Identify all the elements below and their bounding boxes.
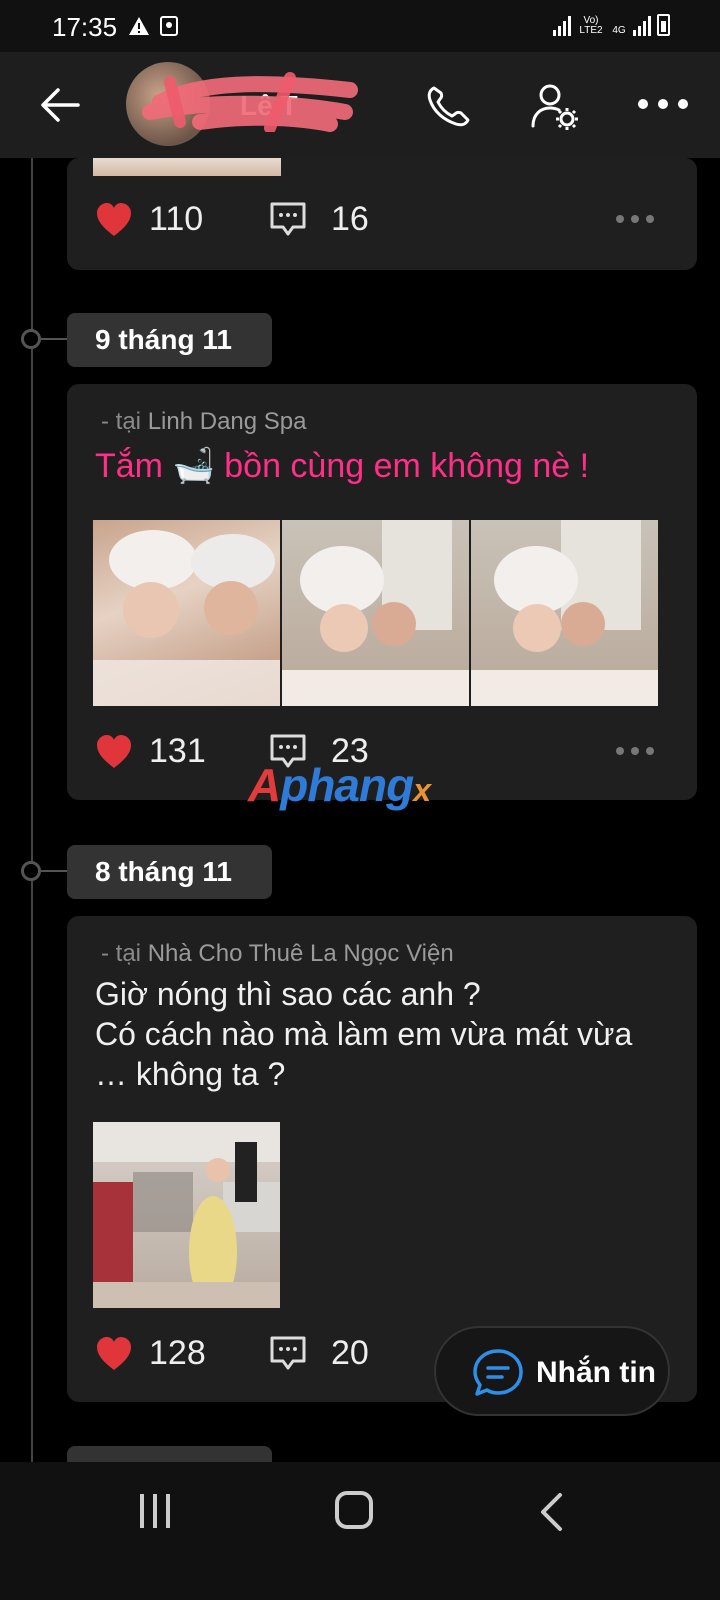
post-photo[interactable] xyxy=(93,1122,280,1308)
post-text-line: Có cách nào mà làm em vừa mát vừa xyxy=(95,1016,633,1052)
profile-header: Lê T xyxy=(0,52,720,158)
phone-icon[interactable] xyxy=(424,82,474,128)
back-nav-icon[interactable] xyxy=(536,1492,566,1532)
location-name: Linh Dang Spa xyxy=(147,408,307,435)
post-text-line: … không ta ? xyxy=(95,1056,286,1092)
post-location[interactable]: - tại Nhà Cho Thuê La Ngọc Viện xyxy=(101,940,454,968)
post-photo[interactable] xyxy=(93,158,281,176)
network-type-label: 4G xyxy=(612,25,626,36)
photo-placeholder-art xyxy=(282,520,469,706)
location-name: Nhà Cho Thuê La Ngọc Viện xyxy=(147,940,454,967)
message-bubble-icon xyxy=(473,1349,523,1396)
location-prefix: - tại xyxy=(101,408,148,435)
comment-icon[interactable] xyxy=(269,200,307,238)
timeline-tick xyxy=(41,870,67,872)
post-text-part: Tắm xyxy=(95,447,163,485)
status-system-icons: Vo) LTE2 4G xyxy=(553,14,670,36)
photo-placeholder-art xyxy=(471,520,658,706)
photo-placeholder-art xyxy=(93,1122,280,1308)
post-photo[interactable] xyxy=(471,520,658,706)
like-count: 110 xyxy=(149,200,204,238)
message-button[interactable]: Nhắn tin xyxy=(434,1326,670,1416)
timeline-dot xyxy=(21,861,41,881)
signal-icon xyxy=(553,14,571,36)
comment-count: 16 xyxy=(331,200,369,238)
profile-settings-icon[interactable] xyxy=(530,82,580,130)
lte-label: Vo) LTE2 xyxy=(579,15,603,36)
post-text: Giờ nóng thì sao các anh ? Có cách nào m… xyxy=(95,974,632,1094)
timeline-dot xyxy=(21,329,41,349)
location-prefix: - tại xyxy=(101,940,148,967)
status-notification-icons xyxy=(128,16,178,36)
comment-count: 20 xyxy=(331,1334,369,1372)
post-more-icon[interactable] xyxy=(615,214,655,224)
post-location[interactable]: - tại Linh Dang Spa xyxy=(101,408,306,436)
redaction-scribble xyxy=(142,72,358,132)
more-icon[interactable] xyxy=(636,94,690,114)
bathtub-emoji: 🛁 xyxy=(172,447,215,485)
timeline-tick xyxy=(41,338,67,340)
like-count: 128 xyxy=(149,1334,206,1372)
watermark: Aphangx xyxy=(248,758,431,812)
back-arrow-icon[interactable] xyxy=(36,82,84,128)
heart-icon[interactable] xyxy=(95,1336,133,1372)
post-photo[interactable] xyxy=(282,520,469,706)
date-chip: 9 tháng 11 xyxy=(67,313,272,367)
screen-record-icon xyxy=(160,16,178,36)
like-count: 131 xyxy=(149,732,206,770)
status-bar: 17:35 Vo) LTE2 4G xyxy=(0,0,720,52)
battery-icon xyxy=(657,14,670,36)
comment-icon[interactable] xyxy=(269,1334,307,1372)
post-card[interactable]: 110 16 xyxy=(67,158,697,270)
signal-icon-2 xyxy=(633,14,651,36)
post-photo[interactable] xyxy=(93,520,280,706)
post-card[interactable]: - tại Linh Dang Spa Tắm 🛁 bồn cùng em kh… xyxy=(67,384,697,800)
system-nav-bar xyxy=(0,1462,720,1600)
watermark-part: A xyxy=(248,759,281,811)
message-button-label: Nhắn tin xyxy=(536,1356,656,1389)
post-text-line: Giờ nóng thì sao các anh ? xyxy=(95,976,481,1012)
warning-icon xyxy=(129,17,149,35)
status-time: 17:35 xyxy=(52,12,118,42)
recent-apps-icon[interactable] xyxy=(136,1492,176,1532)
heart-icon[interactable] xyxy=(95,202,133,238)
timeline-line xyxy=(31,158,33,1488)
watermark-part: x xyxy=(413,772,431,808)
post-text: Tắm 🛁 bồn cùng em không nè ! xyxy=(95,446,589,486)
home-icon[interactable] xyxy=(334,1490,374,1530)
date-chip: 8 tháng 11 xyxy=(67,845,272,899)
post-more-icon[interactable] xyxy=(615,746,655,756)
heart-icon[interactable] xyxy=(95,734,133,770)
post-actions: 110 16 xyxy=(95,198,669,248)
photo-placeholder-art xyxy=(93,530,280,706)
post-text-part: bồn cùng em không nè ! xyxy=(224,447,590,485)
watermark-part: phang xyxy=(280,759,414,811)
